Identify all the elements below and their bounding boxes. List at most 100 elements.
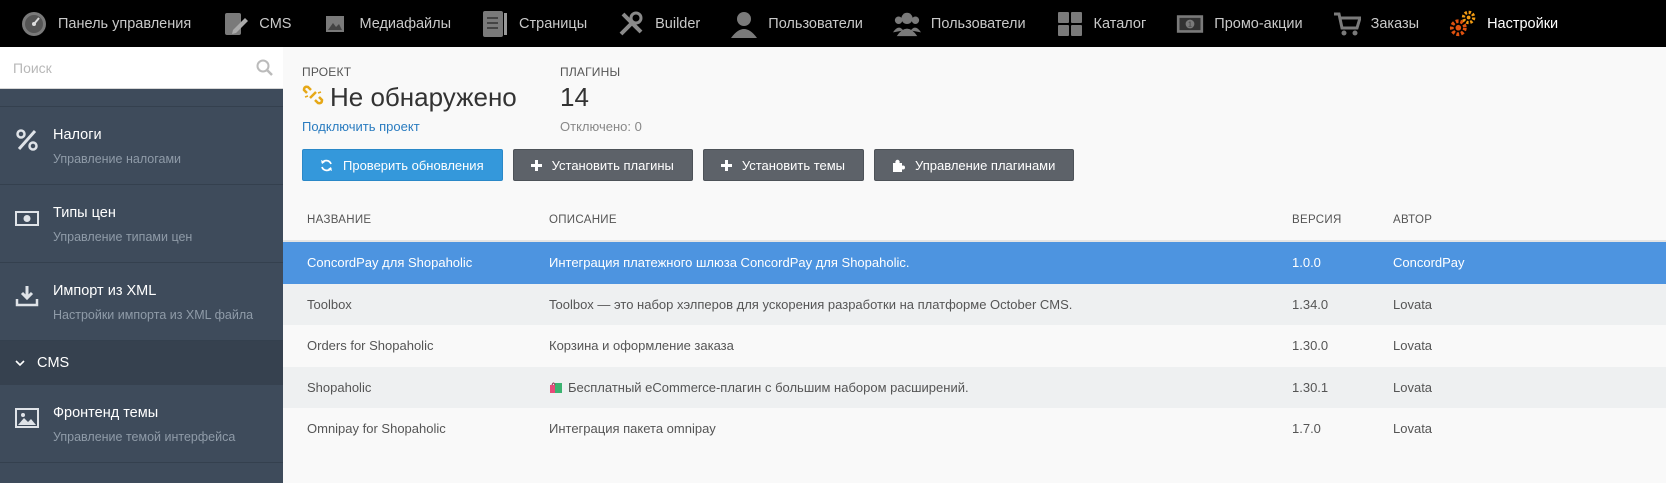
sidebar-item-title: Импорт из XML (53, 283, 157, 299)
nav-settings[interactable]: Настройки (1449, 0, 1558, 47)
sidebar-item-xml-import[interactable]: Импорт из XML Настройки импорта из XML ф… (0, 263, 283, 341)
sidebar-item-title: Типы цен (53, 205, 116, 221)
plugins-disabled: Отключено: 0 (560, 119, 642, 134)
cell-name: ConcordPay для Shopaholic (307, 255, 473, 271)
button-label: Установить темы (741, 157, 846, 173)
install-themes-button[interactable]: Установить темы (702, 149, 865, 181)
dashboard-gauge-icon (20, 10, 48, 38)
nav-orders[interactable]: Заказы (1333, 0, 1419, 47)
sidebar-item-price-types[interactable]: Типы цен Управление типами цен (0, 185, 283, 263)
nav-promo[interactable]: 1 Промо-акции (1176, 0, 1303, 47)
cell-description: Toolbox — это набор хэлперов для ускорен… (549, 296, 1073, 312)
nav-catalog[interactable]: Каталог (1056, 0, 1147, 47)
cell-description: Бесплатный eCommerce-плагин с большим на… (568, 379, 969, 395)
builder-wrench-icon (617, 10, 645, 38)
button-label: Установить плагины (551, 157, 674, 173)
nav-label: CMS (259, 15, 292, 32)
nav-cms[interactable]: CMS (221, 0, 291, 47)
sidebar-item-taxes[interactable]: Налоги Управление налогами (0, 107, 283, 185)
cell-description: Корзина и оформление заказа (549, 338, 734, 354)
cell-author: Lovata (1393, 421, 1433, 437)
shopping-bags-icon (549, 380, 563, 394)
column-header-name[interactable]: НАЗВАНИЕ (283, 214, 549, 226)
button-label: Управление плагинами (915, 157, 1056, 173)
main-content: ПРОЕКТ Не обнаружено Подключить проект П… (283, 47, 1666, 483)
project-info: ПРОЕКТ Не обнаружено Подключить проект (302, 65, 517, 134)
nav-label: Промо-акции (1214, 15, 1303, 32)
nav-pages[interactable]: Страницы (481, 0, 587, 47)
sidebar-group-cms[interactable]: CMS (0, 341, 283, 385)
sidebar-item-title: Налоги (53, 127, 102, 143)
nav-label: Медиафайлы (359, 15, 452, 32)
check-updates-button[interactable]: Проверить обновления (302, 149, 503, 181)
sidebar-group-label: CMS (37, 355, 70, 371)
table-row[interactable]: Shopaholic Бесплатный eCommerce-плагин с… (283, 366, 1666, 408)
column-header-author[interactable]: АВТОР (1393, 214, 1593, 226)
orders-cart-icon (1333, 10, 1361, 38)
nav-label: Панель управления (58, 15, 192, 32)
column-header-description[interactable]: ОПИСАНИЕ (549, 214, 1292, 226)
catalog-grid-icon (1056, 10, 1084, 38)
nav-label: Страницы (519, 15, 588, 32)
nav-label: Builder (655, 15, 701, 32)
table-row[interactable]: Orders for Shopaholic Корзина и оформлен… (283, 325, 1666, 367)
sidebar: Налоги Управление налогами Типы цен Упра… (0, 47, 283, 483)
cell-description: Интеграция пакета omnipay (549, 421, 716, 437)
sidebar-search (0, 47, 283, 89)
sidebar-spacer (0, 89, 283, 107)
refresh-icon (320, 159, 333, 172)
table-row[interactable]: Omnipay for Shopaholic Интеграция пакета… (283, 408, 1666, 450)
install-plugins-button[interactable]: Установить плагины (512, 149, 693, 181)
nav-label: Каталог (1093, 15, 1147, 32)
nav-dashboard[interactable]: Панель управления (20, 0, 191, 47)
nav-users-groups[interactable]: Пользователи (892, 0, 1026, 47)
price-banknote-icon (15, 206, 39, 230)
search-input[interactable] (0, 47, 283, 89)
nav-builder[interactable]: Builder (617, 0, 700, 47)
manage-plugins-button[interactable]: Управление плагинами (874, 149, 1075, 181)
sidebar-item-frontend-themes[interactable]: Фронтенд темы Управление темой интерфейс… (0, 385, 283, 463)
cell-version: 1.0.0 (1292, 255, 1321, 271)
svg-text:1: 1 (1188, 21, 1192, 28)
table-row[interactable]: ConcordPay для Shopaholic Интеграция пла… (283, 242, 1666, 284)
plugins-table: НАЗВАНИЕ ОПИСАНИЕ ВЕРСИЯ АВТОР ConcordPa… (283, 200, 1666, 450)
plugins-count: 14 (560, 82, 589, 112)
column-header-version[interactable]: ВЕРСИЯ (1292, 214, 1393, 226)
cell-description: Интеграция платежного шлюза ConcordPay д… (549, 255, 910, 271)
broken-link-icon (302, 82, 324, 113)
nav-media[interactable]: Медиафайлы (321, 0, 451, 47)
plus-icon (530, 159, 542, 171)
pages-document-icon (481, 10, 509, 38)
chevron-down-icon (15, 355, 25, 371)
cell-name: Omnipay for Shopaholic (307, 421, 446, 437)
plugins-label: ПЛАГИНЫ (560, 65, 621, 79)
cell-author: Lovata (1393, 338, 1433, 354)
cell-author: Lovata (1393, 379, 1433, 395)
settings-gears-icon (1449, 10, 1477, 38)
nav-users[interactable]: Пользователи (730, 0, 863, 47)
search-icon[interactable] (256, 59, 273, 81)
sidebar-item-desc: Управление налогами (53, 152, 182, 166)
cell-description-wrap: Бесплатный eCommerce-плагин с большим на… (549, 380, 1292, 395)
cell-version: 1.7.0 (1292, 421, 1321, 437)
cell-version: 1.34.0 (1292, 296, 1329, 312)
cms-pencil-icon (221, 10, 249, 38)
puzzle-icon (892, 159, 906, 172)
project-value-row: Не обнаружено (302, 82, 517, 113)
picture-icon (15, 406, 39, 430)
nav-label: Настройки (1487, 15, 1559, 32)
sidebar-item-desc: Настройки импорта из XML файла (53, 308, 254, 322)
plus-icon (720, 159, 732, 171)
percent-icon (15, 128, 39, 152)
cell-author: Lovata (1393, 296, 1433, 312)
table-row[interactable]: Toolbox Toolbox — это набор хэлперов для… (283, 283, 1666, 325)
cell-version: 1.30.0 (1292, 338, 1329, 354)
cell-name: Orders for Shopaholic (307, 338, 434, 354)
nav-label: Заказы (1370, 15, 1420, 32)
sidebar-item-desc: Управление типами цен (53, 230, 193, 244)
download-icon (15, 284, 39, 308)
cell-version: 1.30.1 (1292, 379, 1329, 395)
attach-project-link[interactable]: Подключить проект (302, 119, 517, 134)
top-navigation-bar: Панель управления CMS Медиафайлы Страниц… (0, 0, 1666, 47)
toolbar: Проверить обновления Установить плагины … (302, 149, 1084, 181)
